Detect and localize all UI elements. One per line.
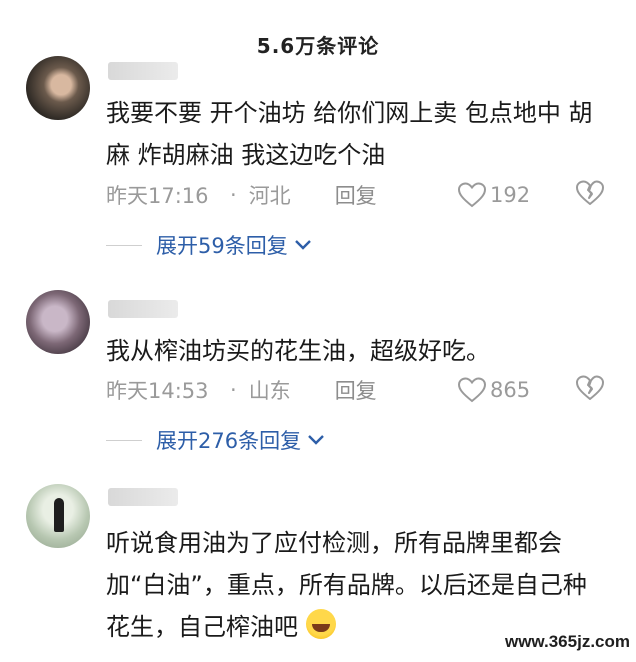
watermark: www.365jz.com	[504, 632, 630, 651]
comment-meta: 昨天14:53 · 山东 回复 865	[106, 375, 616, 405]
avatar[interactable]	[26, 290, 90, 354]
divider-line	[106, 439, 142, 441]
comment-text: 我要不要 开个油坊 给你们网上卖 包点地中 胡麻 炸胡麻油 我这边吃个油	[106, 99, 593, 169]
comment-text: 我从榨油坊买的花生油，超级好吃。	[106, 337, 490, 365]
chevron-down-icon	[308, 435, 324, 445]
comment-text-body: 听说食用油为了应付检测，所有品牌里都会加“白油”，重点，所有品牌。以后还是自己种…	[106, 529, 587, 641]
username-blurred[interactable]	[108, 488, 178, 506]
reply-button[interactable]: 回复	[335, 375, 377, 405]
comment-count-title: 5.6万条评论	[256, 34, 380, 58]
avatar-figure	[54, 498, 64, 532]
comment-location: 山东	[248, 379, 291, 403]
comment-meta: 昨天17:16 · 河北 回复 192	[106, 180, 616, 210]
username-blurred[interactable]	[108, 62, 178, 80]
separator-dot: ·	[230, 378, 237, 402]
expand-replies-label: 展开59条回复	[156, 234, 288, 258]
chevron-down-icon	[294, 240, 311, 250]
rofl-emoji-icon	[305, 609, 336, 639]
heart-outline-icon	[458, 377, 486, 403]
comment-text: 听说食用油为了应付检测，所有品牌里都会加“白油”，重点，所有品牌。以后还是自己种…	[106, 522, 606, 648]
avatar[interactable]	[26, 484, 90, 548]
separator-dot: ·	[230, 183, 237, 207]
comment-location: 河北	[248, 184, 291, 208]
divider-line	[106, 244, 142, 246]
like-count: 192	[490, 183, 531, 207]
expand-replies-label: 展开276条回复	[156, 429, 302, 453]
comment-time: 昨天14:53	[106, 379, 209, 403]
broken-heart-icon	[576, 180, 604, 205]
reply-button[interactable]: 回复	[335, 180, 377, 210]
expand-replies-button[interactable]: 展开276条回复	[106, 425, 325, 455]
comments-header: 5.6万条评论	[0, 0, 636, 80]
expand-replies-button[interactable]: 展开59条回复	[106, 230, 312, 260]
like-count: 865	[490, 378, 531, 402]
dislike-button[interactable]	[576, 180, 604, 211]
avatar[interactable]	[26, 56, 90, 120]
dislike-button[interactable]	[576, 375, 604, 406]
like-button[interactable]: 865	[458, 377, 530, 403]
username-blurred[interactable]	[108, 300, 178, 318]
broken-heart-icon	[576, 375, 604, 400]
like-button[interactable]: 192	[458, 182, 530, 208]
heart-outline-icon	[458, 182, 486, 208]
comment-time: 昨天17:16	[106, 184, 209, 208]
